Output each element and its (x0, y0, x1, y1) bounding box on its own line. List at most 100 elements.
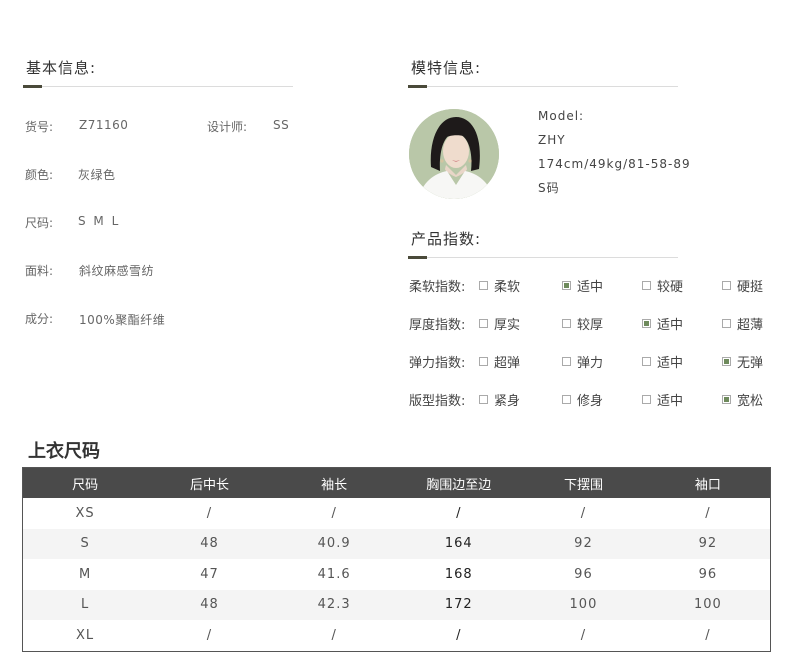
model-info-title: 模特信息: (411, 59, 482, 77)
index-option[interactable]: 弹力 (562, 352, 603, 371)
checkbox-icon[interactable] (722, 281, 731, 290)
model-info-divider (408, 85, 678, 88)
checkbox-icon[interactable] (642, 395, 651, 404)
field-value-color: 灰绿色 (78, 168, 116, 182)
table-cell: / (331, 627, 337, 643)
index-option[interactable]: 较硬 (642, 276, 683, 295)
field-value-composition: 100%聚酯纤维 (79, 313, 166, 327)
field-label-composition: 成分: (25, 312, 54, 326)
table-row: S 48 40.9 164 92 92 (22, 528, 771, 559)
index-option-label: 硬挺 (737, 280, 764, 295)
index-option-label: 适中 (657, 356, 684, 371)
checkbox-icon[interactable] (722, 319, 731, 328)
index-option-label: 柔软 (494, 280, 521, 295)
index-option[interactable]: 适中 (642, 390, 683, 409)
table-cell: / (456, 627, 462, 643)
table-cell: / (206, 627, 213, 643)
table-cell: XS (75, 505, 95, 521)
field-value-size: S M L (78, 214, 121, 228)
index-option-label: 较硬 (657, 280, 684, 295)
table-cell: 168 (444, 566, 473, 582)
table-cell: / (705, 505, 711, 521)
index-row-label: 柔软指数: (409, 280, 466, 295)
header-back-length: 后中长 (147, 467, 272, 498)
checkbox-icon[interactable] (562, 319, 571, 328)
model-measurements: 174cm/49kg/81-58-89 (538, 157, 691, 171)
header-size: 尺码 (22, 467, 148, 498)
index-option[interactable]: 无弹 (722, 352, 763, 371)
index-option-label: 弹力 (577, 356, 604, 371)
header-cuff: 袖口 (645, 467, 771, 498)
model-portrait-image (409, 109, 499, 199)
checkbox-icon[interactable] (642, 357, 651, 366)
table-cell: 96 (698, 566, 718, 582)
index-option[interactable]: 柔软 (479, 276, 520, 295)
index-option[interactable]: 厚实 (479, 314, 520, 333)
checked-checkbox-icon[interactable] (722, 395, 731, 404)
checked-checkbox-icon[interactable] (722, 357, 731, 366)
checked-checkbox-icon[interactable] (562, 281, 571, 290)
index-option[interactable]: 宽松 (722, 390, 763, 409)
index-option[interactable]: 适中 (642, 314, 683, 333)
model-label: Model: (538, 109, 585, 123)
checkbox-icon[interactable] (562, 357, 571, 366)
basic-info-title: 基本信息: (26, 59, 97, 77)
field-value-sku: Z71160 (79, 118, 129, 132)
index-option-label: 宽松 (737, 394, 764, 409)
field-label-sku: 货号: (25, 120, 54, 134)
index-row-label: 版型指数: (409, 394, 466, 409)
index-option-label: 厚实 (494, 318, 521, 333)
index-option[interactable]: 超薄 (722, 314, 763, 333)
checkbox-icon[interactable] (479, 319, 488, 328)
checkbox-icon[interactable] (479, 357, 488, 366)
index-option-label: 紧身 (494, 394, 521, 409)
table-cell: 41.6 (317, 566, 351, 582)
model-avatar (409, 109, 499, 199)
table-cell: L (22, 589, 148, 620)
index-option-label: 适中 (657, 394, 684, 409)
index-option-label: 适中 (657, 318, 684, 333)
table-cell: 100 (521, 589, 646, 620)
index-option[interactable]: 超弹 (479, 352, 520, 371)
field-label-color: 颜色: (25, 168, 54, 182)
table-cell: 92 (645, 528, 771, 559)
table-cell: / (705, 627, 711, 643)
index-option-label: 超弹 (494, 356, 521, 371)
table-cell: 48 (147, 528, 272, 559)
table-cell: XL (76, 627, 95, 643)
field-value-designer: SS (273, 118, 290, 132)
model-details: Model: ZHY 174cm/49kg/81-58-89 S码 (538, 104, 691, 200)
checkbox-icon[interactable] (642, 281, 651, 290)
table-cell: S (22, 528, 148, 559)
table-row: XL / / / / / (23, 620, 771, 651)
model-name: ZHY (538, 133, 566, 147)
field-label-designer: 设计师: (207, 120, 248, 134)
table-cell: 42.3 (271, 589, 397, 620)
table-cell: 92 (521, 528, 646, 559)
index-option[interactable]: 硬挺 (722, 276, 763, 295)
table-row: XS / / / / / (23, 498, 771, 529)
checkbox-icon[interactable] (562, 395, 571, 404)
checked-checkbox-icon[interactable] (642, 319, 651, 328)
index-option[interactable]: 较厚 (562, 314, 603, 333)
table-cell: 164 (396, 528, 522, 559)
index-option[interactable]: 适中 (562, 276, 603, 295)
index-option-label: 修身 (577, 394, 604, 409)
index-row-label: 厚度指数: (409, 318, 466, 333)
field-label-fabric: 面料: (25, 264, 54, 278)
index-option[interactable]: 紧身 (479, 390, 520, 409)
table-cell: / (206, 505, 213, 521)
header-bust: 胸围边至边 (396, 467, 522, 498)
index-option[interactable]: 修身 (562, 390, 603, 409)
index-option-label: 适中 (577, 280, 604, 295)
checkbox-icon[interactable] (479, 395, 488, 404)
header-sleeve-length: 袖长 (271, 467, 397, 498)
table-cell: / (580, 505, 587, 521)
index-option[interactable]: 适中 (642, 352, 683, 371)
checkbox-icon[interactable] (479, 281, 488, 290)
product-index-title: 产品指数: (411, 230, 482, 248)
size-table-title: 上衣尺码 (28, 441, 100, 462)
index-row-label: 弹力指数: (409, 356, 466, 371)
table-cell: M (78, 566, 92, 582)
size-table-header-row: 尺码 后中长 袖长 胸围边至边 下摆围 袖口 (22, 467, 771, 498)
